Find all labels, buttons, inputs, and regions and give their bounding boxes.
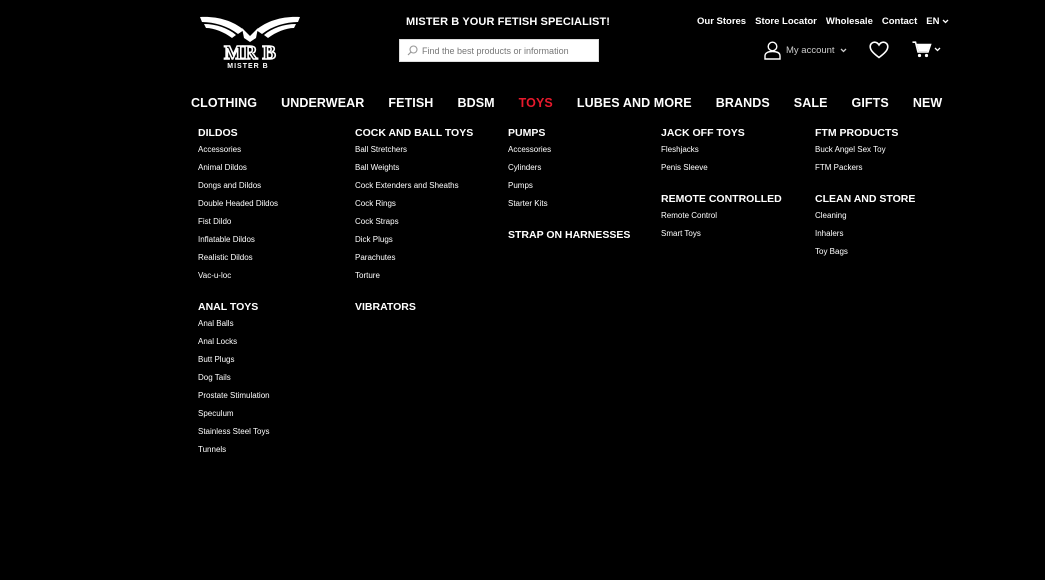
logo-subtitle: MISTER B <box>227 63 269 70</box>
menu-link[interactable]: Anal Locks <box>198 337 278 355</box>
menu-category-anal-toys[interactable]: ANAL TOYS <box>198 301 278 319</box>
my-account-button[interactable]: My account <box>764 41 847 60</box>
menu-column-3: PUMPS Accessories Cylinders Pumps Starte… <box>508 127 630 247</box>
menu-link[interactable]: Animal Dildos <box>198 163 278 181</box>
menu-link[interactable]: Accessories <box>198 145 278 163</box>
wholesale-link[interactable]: Wholesale <box>826 16 873 27</box>
cart-button[interactable] <box>912 41 941 58</box>
logo-wings-icon: MR B <box>200 16 300 64</box>
user-icon <box>764 41 781 60</box>
nav-item-bdsm[interactable]: BDSM <box>457 96 494 114</box>
chevron-down-icon <box>934 47 941 52</box>
menu-link[interactable]: Accessories <box>508 145 630 163</box>
menu-link[interactable]: Penis Sleeve <box>661 163 782 181</box>
chevron-down-icon <box>840 48 847 53</box>
menu-link[interactable]: Cylinders <box>508 163 630 181</box>
search-icon[interactable] <box>407 45 418 56</box>
menu-link[interactable]: Vac-u-loc <box>198 271 278 289</box>
cart-icon <box>912 41 932 58</box>
top-links: Our Stores Store Locator Wholesale Conta… <box>697 16 949 27</box>
menu-category-remote-controlled[interactable]: REMOTE CONTROLLED <box>661 193 782 211</box>
wishlist-button[interactable] <box>869 41 889 64</box>
menu-link[interactable]: Cleaning <box>815 211 915 229</box>
menu-link[interactable]: Ball Stretchers <box>355 145 473 163</box>
search-box <box>399 39 599 62</box>
menu-link[interactable]: Torture <box>355 271 473 289</box>
menu-category-clean-and-store[interactable]: CLEAN AND STORE <box>815 193 915 211</box>
menu-category-jack-off-toys[interactable]: JACK OFF TOYS <box>661 127 782 145</box>
menu-link[interactable]: Dog Tails <box>198 373 278 391</box>
menu-link[interactable]: Cock Extenders and Sheaths <box>355 181 473 199</box>
menu-link[interactable]: Cock Straps <box>355 217 473 235</box>
menu-link[interactable]: Butt Plugs <box>198 355 278 373</box>
nav-item-clothing[interactable]: CLOTHING <box>191 96 257 114</box>
menu-link[interactable]: Remote Control <box>661 211 782 229</box>
menu-link[interactable]: Inflatable Dildos <box>198 235 278 253</box>
nav-item-brands[interactable]: BRANDS <box>716 96 770 114</box>
menu-link[interactable]: Parachutes <box>355 253 473 271</box>
menu-link[interactable]: Fleshjacks <box>661 145 782 163</box>
main-nav: CLOTHING UNDERWEAR FETISH BDSM TOYS LUBE… <box>191 96 942 114</box>
my-account-label: My account <box>786 45 835 56</box>
search-input[interactable] <box>422 40 596 61</box>
menu-link[interactable]: Toy Bags <box>815 247 915 265</box>
menu-link[interactable]: Smart Toys <box>661 229 782 247</box>
our-stores-link[interactable]: Our Stores <box>697 16 746 27</box>
menu-link[interactable]: Starter Kits <box>508 199 630 217</box>
nav-item-gifts[interactable]: GIFTS <box>852 96 889 114</box>
menu-category-cock-and-ball-toys[interactable]: COCK AND BALL TOYS <box>355 127 473 145</box>
contact-link[interactable]: Contact <box>882 16 917 27</box>
menu-link[interactable]: Cock Rings <box>355 199 473 217</box>
menu-link[interactable]: Anal Balls <box>198 319 278 337</box>
menu-category-ftm-products[interactable]: FTM PRODUCTS <box>815 127 915 145</box>
menu-link[interactable]: Ball Weights <box>355 163 473 181</box>
menu-column-1: DILDOS Accessories Animal Dildos Dongs a… <box>198 127 278 463</box>
menu-category-strap-on-harnesses[interactable]: STRAP ON HARNESSES <box>508 229 630 247</box>
tagline: MISTER B YOUR FETISH SPECIALIST! <box>406 16 611 28</box>
menu-link[interactable]: Inhalers <box>815 229 915 247</box>
menu-link[interactable]: Double Headed Dildos <box>198 199 278 217</box>
logo[interactable]: MR B MISTER B <box>198 14 302 72</box>
menu-link[interactable]: Pumps <box>508 181 630 199</box>
menu-link[interactable]: Buck Angel Sex Toy <box>815 145 915 163</box>
menu-link[interactable]: FTM Packers <box>815 163 915 181</box>
menu-category-vibrators[interactable]: VIBRATORS <box>355 301 473 319</box>
logo-text: MR B <box>224 42 276 64</box>
menu-column-5: FTM PRODUCTS Buck Angel Sex Toy FTM Pack… <box>815 127 915 265</box>
menu-column-4: JACK OFF TOYS Fleshjacks Penis Sleeve RE… <box>661 127 782 247</box>
menu-category-pumps[interactable]: PUMPS <box>508 127 630 145</box>
nav-item-sale[interactable]: SALE <box>794 96 828 114</box>
menu-link[interactable]: Prostate Stimulation <box>198 391 278 409</box>
chevron-down-icon <box>942 19 949 24</box>
nav-item-toys[interactable]: TOYS <box>519 96 553 114</box>
menu-link[interactable]: Dick Plugs <box>355 235 473 253</box>
language-label: EN <box>926 16 940 27</box>
menu-link[interactable]: Stainless Steel Toys <box>198 427 278 445</box>
nav-item-underwear[interactable]: UNDERWEAR <box>281 96 364 114</box>
menu-link[interactable]: Realistic Dildos <box>198 253 278 271</box>
menu-link[interactable]: Speculum <box>198 409 278 427</box>
heart-icon <box>869 41 889 59</box>
nav-item-lubes-and-more[interactable]: LUBES AND MORE <box>577 96 692 114</box>
menu-category-dildos[interactable]: DILDOS <box>198 127 278 145</box>
language-selector[interactable]: EN <box>926 16 949 27</box>
site-header: MR B MISTER B MISTER B YOUR FETISH SPECI… <box>0 0 1045 90</box>
menu-link[interactable]: Dongs and Dildos <box>198 181 278 199</box>
menu-link[interactable]: Tunnels <box>198 445 278 463</box>
menu-link[interactable]: Fist Dildo <box>198 217 278 235</box>
nav-item-fetish[interactable]: FETISH <box>388 96 433 114</box>
store-locator-link[interactable]: Store Locator <box>755 16 817 27</box>
nav-item-new[interactable]: NEW <box>913 96 942 114</box>
menu-column-2: COCK AND BALL TOYS Ball Stretchers Ball … <box>355 127 473 319</box>
